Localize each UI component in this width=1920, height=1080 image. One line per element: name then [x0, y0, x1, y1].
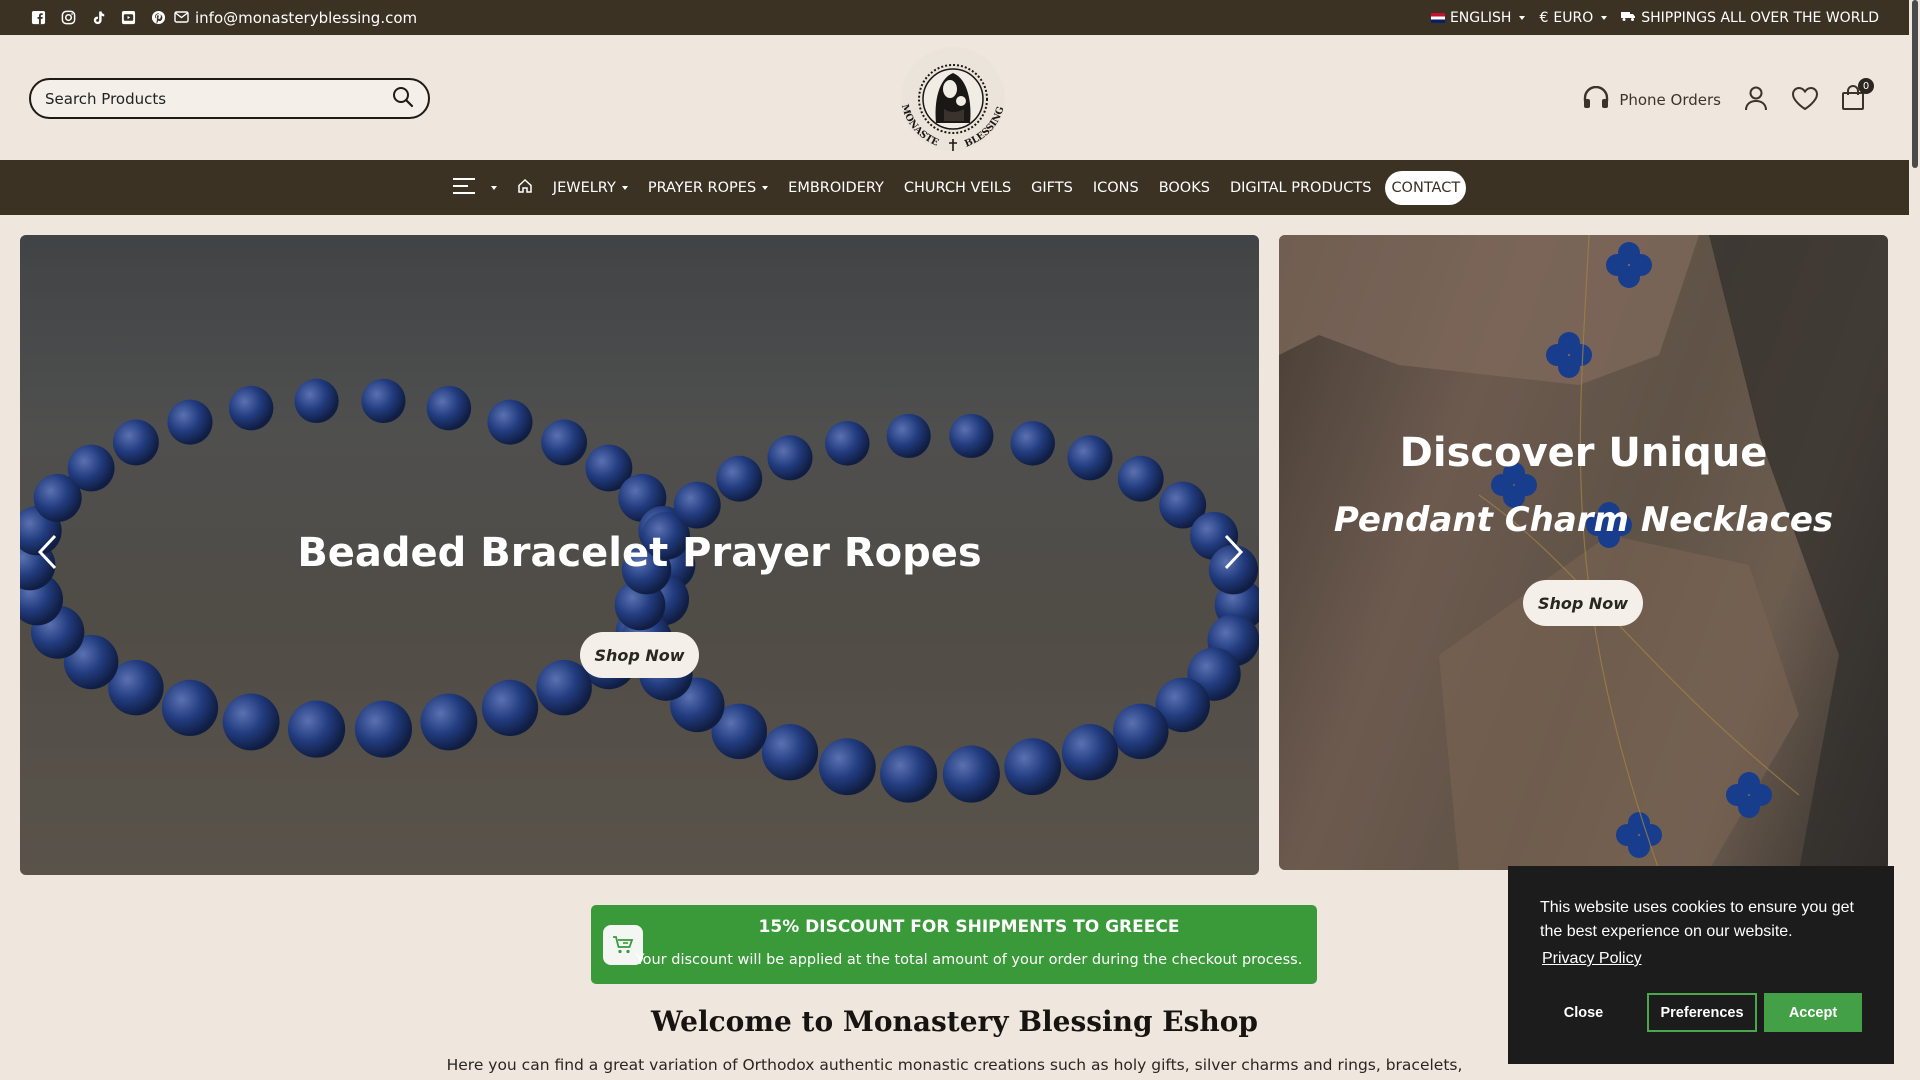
chevron-down-icon — [762, 185, 769, 190]
promo-banner-necklaces[interactable]: Discover Unique Pendant Charm Necklaces … — [1279, 235, 1888, 870]
social-links — [30, 10, 166, 26]
home-icon — [517, 178, 533, 198]
nav-label: PRAYER ROPES — [647, 179, 757, 196]
promo-subtitle: Pendant Charm Necklaces — [1333, 500, 1834, 540]
facebook-icon[interactable] — [30, 10, 46, 26]
nav-church-veils[interactable]: CHURCH VEILS — [894, 171, 1021, 205]
nav-digital-products[interactable]: DIGITAL PRODUCTS — [1220, 171, 1382, 205]
nav-label: GIFTS — [1031, 179, 1073, 196]
phone-orders-link[interactable]: Phone Orders — [1582, 85, 1721, 114]
menu-toggle[interactable] — [443, 171, 507, 205]
search-box — [29, 78, 430, 119]
hero-title: Beaded Bracelet Prayer Ropes — [297, 530, 982, 576]
cart-button[interactable]: 0 — [1841, 78, 1874, 115]
promo-title: Discover Unique — [1399, 430, 1768, 476]
nav-label: EMBROIDERY — [788, 179, 884, 196]
search-icon[interactable] — [392, 86, 414, 112]
nav-label: CONTACT — [1391, 179, 1461, 196]
language-label: ENGLISH — [1449, 9, 1512, 26]
chevron-down-icon — [1519, 15, 1526, 20]
cookie-accept-button[interactable]: Accept — [1764, 993, 1862, 1032]
nav-label: DIGITAL PRODUCTS — [1229, 179, 1372, 196]
nav-gifts[interactable]: GIFTS — [1021, 171, 1083, 205]
instagram-icon[interactable] — [60, 10, 76, 26]
currency-symbol: € — [1539, 9, 1549, 26]
nav-label: CHURCH VEILS — [903, 179, 1012, 196]
wishlist-heart-icon[interactable] — [1791, 86, 1819, 115]
nav-prayer-ropes[interactable]: PRAYER ROPES — [638, 171, 778, 205]
discount-banner: 15% DISCOUNT FOR SHIPMENTS TO GREECE You… — [591, 905, 1317, 984]
site-header: MONASTERY BLESSING Phone Orders 0 — [0, 35, 1909, 160]
pinterest-icon[interactable] — [150, 10, 166, 26]
necklace-image — [1279, 235, 1888, 870]
mail-icon — [174, 9, 189, 27]
hamburger-menu-icon — [452, 177, 475, 198]
privacy-policy-link[interactable]: Privacy Policy — [1540, 948, 1644, 970]
nav-books[interactable]: BOOKS — [1149, 171, 1220, 205]
nav-embroidery[interactable]: EMBROIDERY — [778, 171, 894, 205]
topbar-email[interactable]: info@monasteryblessing.com — [174, 9, 417, 27]
main-nav: JEWELRY PRAYER ROPES EMBROIDERY CHURCH V… — [0, 160, 1909, 215]
chevron-down-icon — [621, 185, 628, 190]
discount-title: 15% DISCOUNT FOR SHIPMENTS TO GREECE — [758, 917, 1180, 937]
tiktok-icon[interactable] — [90, 10, 106, 26]
youtube-icon[interactable] — [120, 10, 136, 26]
nav-jewelry[interactable]: JEWELRY — [543, 171, 638, 205]
language-selector[interactable]: ENGLISH — [1430, 9, 1526, 26]
shipping-info: SHIPPINGS ALL OVER THE WORLD — [1621, 10, 1879, 26]
account-icon[interactable] — [1743, 85, 1769, 115]
hero-slider: Beaded Bracelet Prayer Ropes Shop Now — [20, 235, 1259, 875]
uk-flag-icon — [1430, 12, 1445, 23]
shopping-bag-icon — [1841, 85, 1865, 115]
chevron-down-icon — [490, 185, 497, 190]
nav-label: JEWELRY — [552, 179, 616, 196]
nav-label: ICONS — [1092, 179, 1139, 196]
chevron-down-icon — [1601, 15, 1608, 20]
page-scrollbar[interactable] — [1909, 0, 1920, 1080]
cookie-banner: This website uses cookies to ensure you … — [1508, 866, 1894, 1064]
currency-label: EURO — [1553, 9, 1594, 26]
cookie-message: This website uses cookies to ensure you … — [1540, 899, 1854, 940]
discount-text: Your discount will be applied at the tot… — [635, 952, 1303, 968]
truck-icon — [1621, 10, 1636, 26]
promo-shop-now-button[interactable]: Shop Now — [1523, 580, 1643, 626]
top-bar: info@monasteryblessing.com ENGLISH € EUR… — [0, 0, 1909, 35]
search-input[interactable] — [45, 89, 392, 108]
nav-contact[interactable]: CONTACT — [1385, 170, 1467, 205]
nav-icons[interactable]: ICONS — [1083, 171, 1149, 205]
phone-orders-label: Phone Orders — [1619, 91, 1721, 109]
nav-label: BOOKS — [1158, 179, 1210, 196]
hero-shop-now-button[interactable]: Shop Now — [580, 632, 699, 678]
home-link[interactable] — [507, 171, 543, 205]
site-logo[interactable]: MONASTERY BLESSING — [884, 35, 1018, 155]
currency-selector[interactable]: € EURO — [1539, 9, 1608, 26]
cookie-close-button[interactable]: Close — [1527, 993, 1640, 1032]
shipping-text: SHIPPINGS ALL OVER THE WORLD — [1641, 9, 1879, 26]
scrollbar-thumb[interactable] — [1912, 0, 1918, 168]
cart-count-badge: 0 — [1858, 78, 1874, 94]
cookie-preferences-button[interactable]: Preferences — [1647, 993, 1757, 1032]
headset-icon — [1582, 85, 1610, 114]
email-text: info@monasteryblessing.com — [195, 8, 418, 27]
